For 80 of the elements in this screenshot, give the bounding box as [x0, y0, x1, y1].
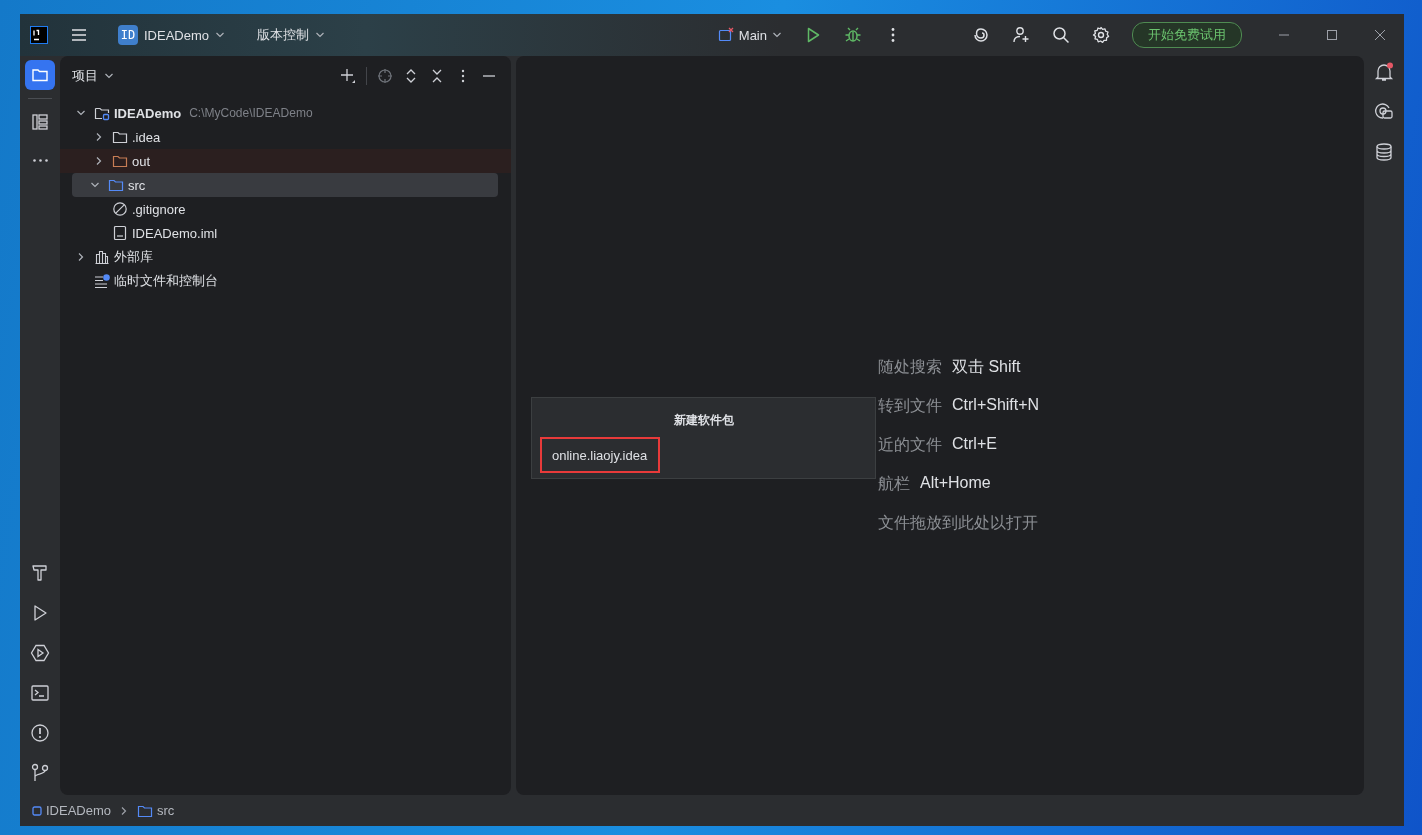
breadcrumb-label: src: [157, 803, 175, 818]
chevron-down-icon: [315, 30, 326, 40]
chat-icon[interactable]: [1374, 102, 1394, 122]
run-config-selector[interactable]: Main: [711, 23, 788, 47]
database-icon[interactable]: [1374, 142, 1394, 162]
tree-label: .gitignore: [132, 201, 186, 217]
bell-icon[interactable]: [1374, 62, 1394, 82]
hexagon-play-icon[interactable]: [30, 643, 50, 663]
project-badge: ID: [118, 25, 138, 45]
tree-label: IDEADemo: [114, 105, 182, 121]
ignore-file-icon: [112, 201, 128, 217]
spiral-icon[interactable]: [972, 26, 990, 44]
structure-icon: [31, 113, 49, 131]
chevron-right-icon[interactable]: [76, 252, 86, 262]
shortcut-text: Ctrl+Shift+N: [952, 396, 1040, 415]
free-trial-button[interactable]: 开始免费试用: [1132, 22, 1242, 48]
add-icon[interactable]: [340, 68, 356, 84]
maximize-icon[interactable]: [1326, 29, 1338, 41]
app-window-icon: [717, 27, 734, 43]
folder-icon: [31, 66, 49, 84]
chevron-down-icon: [772, 30, 782, 40]
warning-circle-icon[interactable]: [30, 723, 50, 743]
branch-icon[interactable]: [30, 763, 50, 783]
tree-label: 临时文件和控制台: [114, 272, 218, 290]
vcs-menu[interactable]: 版本控制: [251, 22, 332, 48]
crosshair-icon[interactable]: [377, 68, 393, 84]
breadcrumb[interactable]: src: [137, 802, 175, 819]
add-user-icon[interactable]: [1012, 26, 1030, 44]
folder-icon: [112, 153, 128, 169]
chevron-down-icon: [104, 71, 114, 81]
close-icon[interactable]: [1374, 29, 1386, 41]
library-icon: [94, 249, 110, 265]
hint-label: 随处搜索: [878, 357, 942, 377]
file-icon: [112, 225, 128, 241]
scratch-icon: [94, 273, 110, 289]
menu-icon[interactable]: [70, 26, 88, 44]
project-view-selector[interactable]: 项目: [66, 65, 120, 87]
shortcut-text: Ctrl+E: [952, 435, 997, 454]
more-horizontal-icon: [32, 158, 48, 162]
folder-icon: [112, 129, 128, 145]
shortcut-text: Alt+Home: [920, 474, 991, 493]
breadcrumb[interactable]: IDEADemo: [32, 803, 112, 818]
tree-label: out: [132, 153, 151, 169]
project-tool-button[interactable]: [25, 60, 55, 90]
terminal-icon[interactable]: [30, 683, 50, 703]
breadcrumb-label: IDEADemo: [46, 803, 112, 818]
tree-row[interactable]: src: [72, 173, 498, 197]
bug-icon[interactable]: [844, 26, 862, 44]
chevron-down-icon[interactable]: [76, 108, 86, 118]
module-icon: [32, 805, 42, 816]
app-logo-icon: [30, 26, 48, 44]
settings-icon[interactable]: [1092, 26, 1110, 44]
hint-label: 文件拖放到此处以打开: [878, 513, 1038, 533]
shortcut-text: 双击 Shift: [952, 357, 1021, 377]
chevron-down-icon: [215, 30, 226, 40]
tree-row[interactable]: IDEADemo.iml: [60, 221, 498, 245]
package-name-field[interactable]: online.liaojy.idea: [540, 437, 660, 473]
tree-label: 外部库: [114, 248, 153, 266]
tree-row[interactable]: .idea: [60, 125, 498, 149]
chevron-right-icon[interactable]: [94, 132, 104, 142]
chevron-down-icon[interactable]: [90, 180, 100, 190]
module-folder-icon: [94, 105, 110, 121]
tree-row[interactable]: 外部库: [60, 245, 498, 269]
popup-title: 新建软件包: [672, 412, 735, 429]
chevron-right-icon[interactable]: [94, 156, 104, 166]
path-hint: C:\MyCode\IDEADemo: [189, 106, 313, 120]
hint-label: 航栏: [878, 474, 910, 494]
search-icon[interactable]: [1052, 26, 1070, 44]
tree-row[interactable]: 临时文件和控制台: [60, 269, 498, 293]
hint-label: 转到文件: [878, 396, 942, 416]
folder-icon: [108, 177, 124, 193]
tree-row[interactable]: .gitignore: [60, 197, 498, 221]
hint-label: 近的文件: [878, 435, 942, 455]
hammer-icon[interactable]: [30, 563, 50, 583]
tree-row[interactable]: IDEADemo C:\MyCode\IDEADemo: [60, 101, 498, 125]
tree-label: .idea: [132, 129, 161, 145]
tree-row[interactable]: out: [60, 149, 511, 173]
tree-label: src: [128, 177, 146, 193]
tree-label: IDEADemo.iml: [132, 225, 218, 241]
project-switcher[interactable]: ID IDEADemo: [112, 21, 232, 49]
